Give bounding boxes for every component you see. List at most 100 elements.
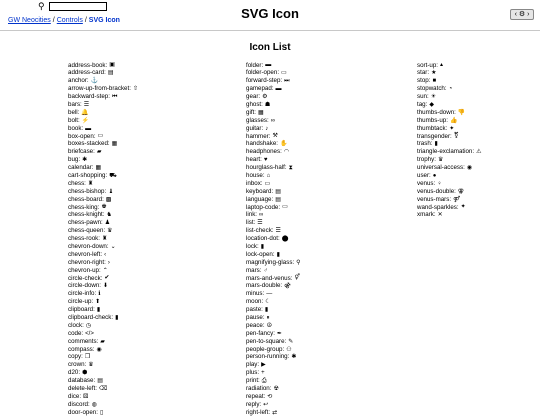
icon-list-item: right-left: ⇄ — [246, 408, 278, 416]
icon-label: address-card — [68, 69, 105, 77]
lock-open-icon: ▮ — [276, 251, 280, 258]
crown-icon: ♛ — [88, 362, 94, 369]
icon-label: folder-open — [246, 69, 278, 77]
clock-icon: ◷ — [85, 322, 92, 329]
wand-sparkles-icon: ✦ — [460, 204, 466, 211]
icon-label: print — [246, 377, 259, 385]
page-title: SVG Icon — [241, 6, 299, 21]
icon-list-item: trash: ▮ — [417, 140, 438, 148]
pen-to-square-icon: ✎ — [288, 338, 294, 345]
star-icon: ★ — [431, 70, 437, 77]
icon-list-item: gear: ⚙ — [246, 93, 268, 101]
repeat-icon: ⟲ — [267, 393, 273, 400]
icon-label: pen-to-square — [246, 337, 285, 345]
icon-label: headphones — [246, 148, 281, 156]
icon-list-item: copy: ❐ — [68, 353, 91, 361]
icon-label: keyboard — [246, 187, 272, 195]
calendar-icon: ▦ — [95, 165, 102, 172]
chess-rook-icon: ♜ — [102, 236, 108, 243]
icon-label: universal-access — [417, 164, 464, 172]
icon-label: handshake — [246, 140, 277, 148]
icon-list-item: forward-step: ⏭ — [246, 77, 290, 85]
bug-icon: ✱ — [82, 157, 88, 164]
icon-label: moon — [246, 298, 262, 306]
house-icon: ⌂ — [266, 172, 271, 179]
icon-label: chess-board — [68, 195, 103, 203]
icon-label: hourglass-half — [246, 164, 285, 172]
icon-label: transgender — [417, 132, 451, 140]
icon-list-item: star: ★ — [417, 69, 437, 77]
icon-label: location-dot — [246, 235, 278, 243]
keyboard-icon: ▤ — [275, 188, 281, 195]
copy-icon: ❐ — [84, 354, 91, 361]
icon-list-item: paste: ▮ — [246, 306, 269, 314]
folder-icon: ▬ — [265, 62, 272, 69]
icon-label: gift — [246, 108, 255, 116]
book-icon: ▬ — [85, 125, 92, 132]
icon-list-item: list-check: ☰ — [246, 227, 281, 235]
icon-list-item: wand-sparkles: ✦ — [417, 203, 466, 211]
settings-button[interactable]: ‹ ⚙ › — [510, 9, 534, 20]
icon-list-item: link: ∞ — [246, 211, 264, 219]
dice-icon: ⚄ — [83, 393, 89, 400]
icon-label: sort-up — [417, 61, 437, 69]
icon-list-item: chess: ♜ — [68, 179, 94, 187]
icon-label: anchor — [68, 77, 87, 85]
icon-list-item: location-dot: ⬤ — [246, 235, 289, 243]
icon-column-1: address-book: ▣ address-card: ▤ anchor: ⚓ arro… — [68, 62, 138, 417]
icon-list-item: tag: ◆ — [417, 100, 434, 108]
icon-label: chevron-down — [68, 242, 107, 250]
headphones-icon: ◠ — [283, 149, 290, 156]
icon-label: book — [68, 124, 82, 132]
icon-label: stop — [417, 77, 429, 85]
icon-list-item: code: </> — [68, 329, 94, 337]
icon-list-item: address-card: ▤ — [68, 69, 114, 77]
stop-icon: ■ — [432, 78, 437, 85]
icon-label: address-book — [68, 61, 106, 69]
icon-list-item: circle-check: ✔ — [68, 274, 110, 282]
icon-label: pen-fancy — [246, 329, 274, 337]
icon-list-item: repeat: ⟲ — [246, 392, 273, 400]
icon-label: magnifying-glass — [246, 258, 293, 266]
glasses-icon: ∞ — [270, 117, 275, 124]
circle-up-icon: ⬆ — [95, 299, 101, 306]
chess-knight-icon: ♞ — [106, 212, 112, 219]
icon-label: inbox — [246, 179, 261, 187]
icon-label: wand-sparkles — [417, 203, 457, 211]
icon-list-title: Icon List — [249, 42, 291, 53]
icon-list-item: thumbs-up: 👍 — [417, 116, 458, 124]
icon-label: guitar — [246, 124, 262, 132]
venus-double-icon: ⚢ — [457, 188, 464, 195]
icon-label: door-open — [68, 408, 97, 416]
icon-label: list — [246, 219, 254, 227]
magnifying-glass-icon: ⚲ — [296, 259, 301, 266]
icon-label: xmark — [417, 211, 434, 219]
icon-label: lock — [246, 242, 258, 250]
arrow-up-from-bracket-icon: ⇧ — [132, 86, 138, 93]
icon-list-item: thumbtack: ✦ — [417, 124, 455, 132]
icon-label: bell — [68, 108, 78, 116]
gift-icon: ▦ — [258, 109, 264, 116]
moon-icon: ☾ — [265, 299, 271, 306]
icon-label: link — [246, 211, 256, 219]
cart-shopping-icon: ⛟ — [109, 172, 117, 179]
icon-list-item: handshake: ✋ — [246, 140, 288, 148]
mars-and-venus-icon: ⚥ — [294, 275, 300, 282]
icon-list-item: person-running: ✱ — [246, 353, 297, 361]
icon-list-item: guitar: ♪ — [246, 124, 269, 132]
handshake-icon: ✋ — [280, 141, 288, 148]
icon-label: bars — [68, 100, 81, 108]
icon-list-item: lock: ▮ — [246, 242, 265, 250]
icon-label: repeat — [246, 392, 264, 400]
icon-list-item: chevron-down: ⌄ — [68, 242, 116, 250]
database-icon: ▤ — [97, 378, 103, 385]
icon-list-item: list: ☰ — [246, 219, 263, 227]
print-icon: ⎙ — [261, 378, 267, 385]
icon-label: calendar — [68, 164, 92, 172]
icon-list-item: mars-and-venus: ⚥ — [246, 274, 300, 282]
icon-label: arrow-up-from-bracket — [68, 85, 130, 93]
icon-label: chevron-up — [68, 266, 99, 274]
peace-icon: ☮ — [266, 322, 272, 329]
list-check-icon: ☰ — [275, 228, 281, 235]
icon-list-item: triangle-exclamation: ⚠ — [417, 148, 482, 156]
